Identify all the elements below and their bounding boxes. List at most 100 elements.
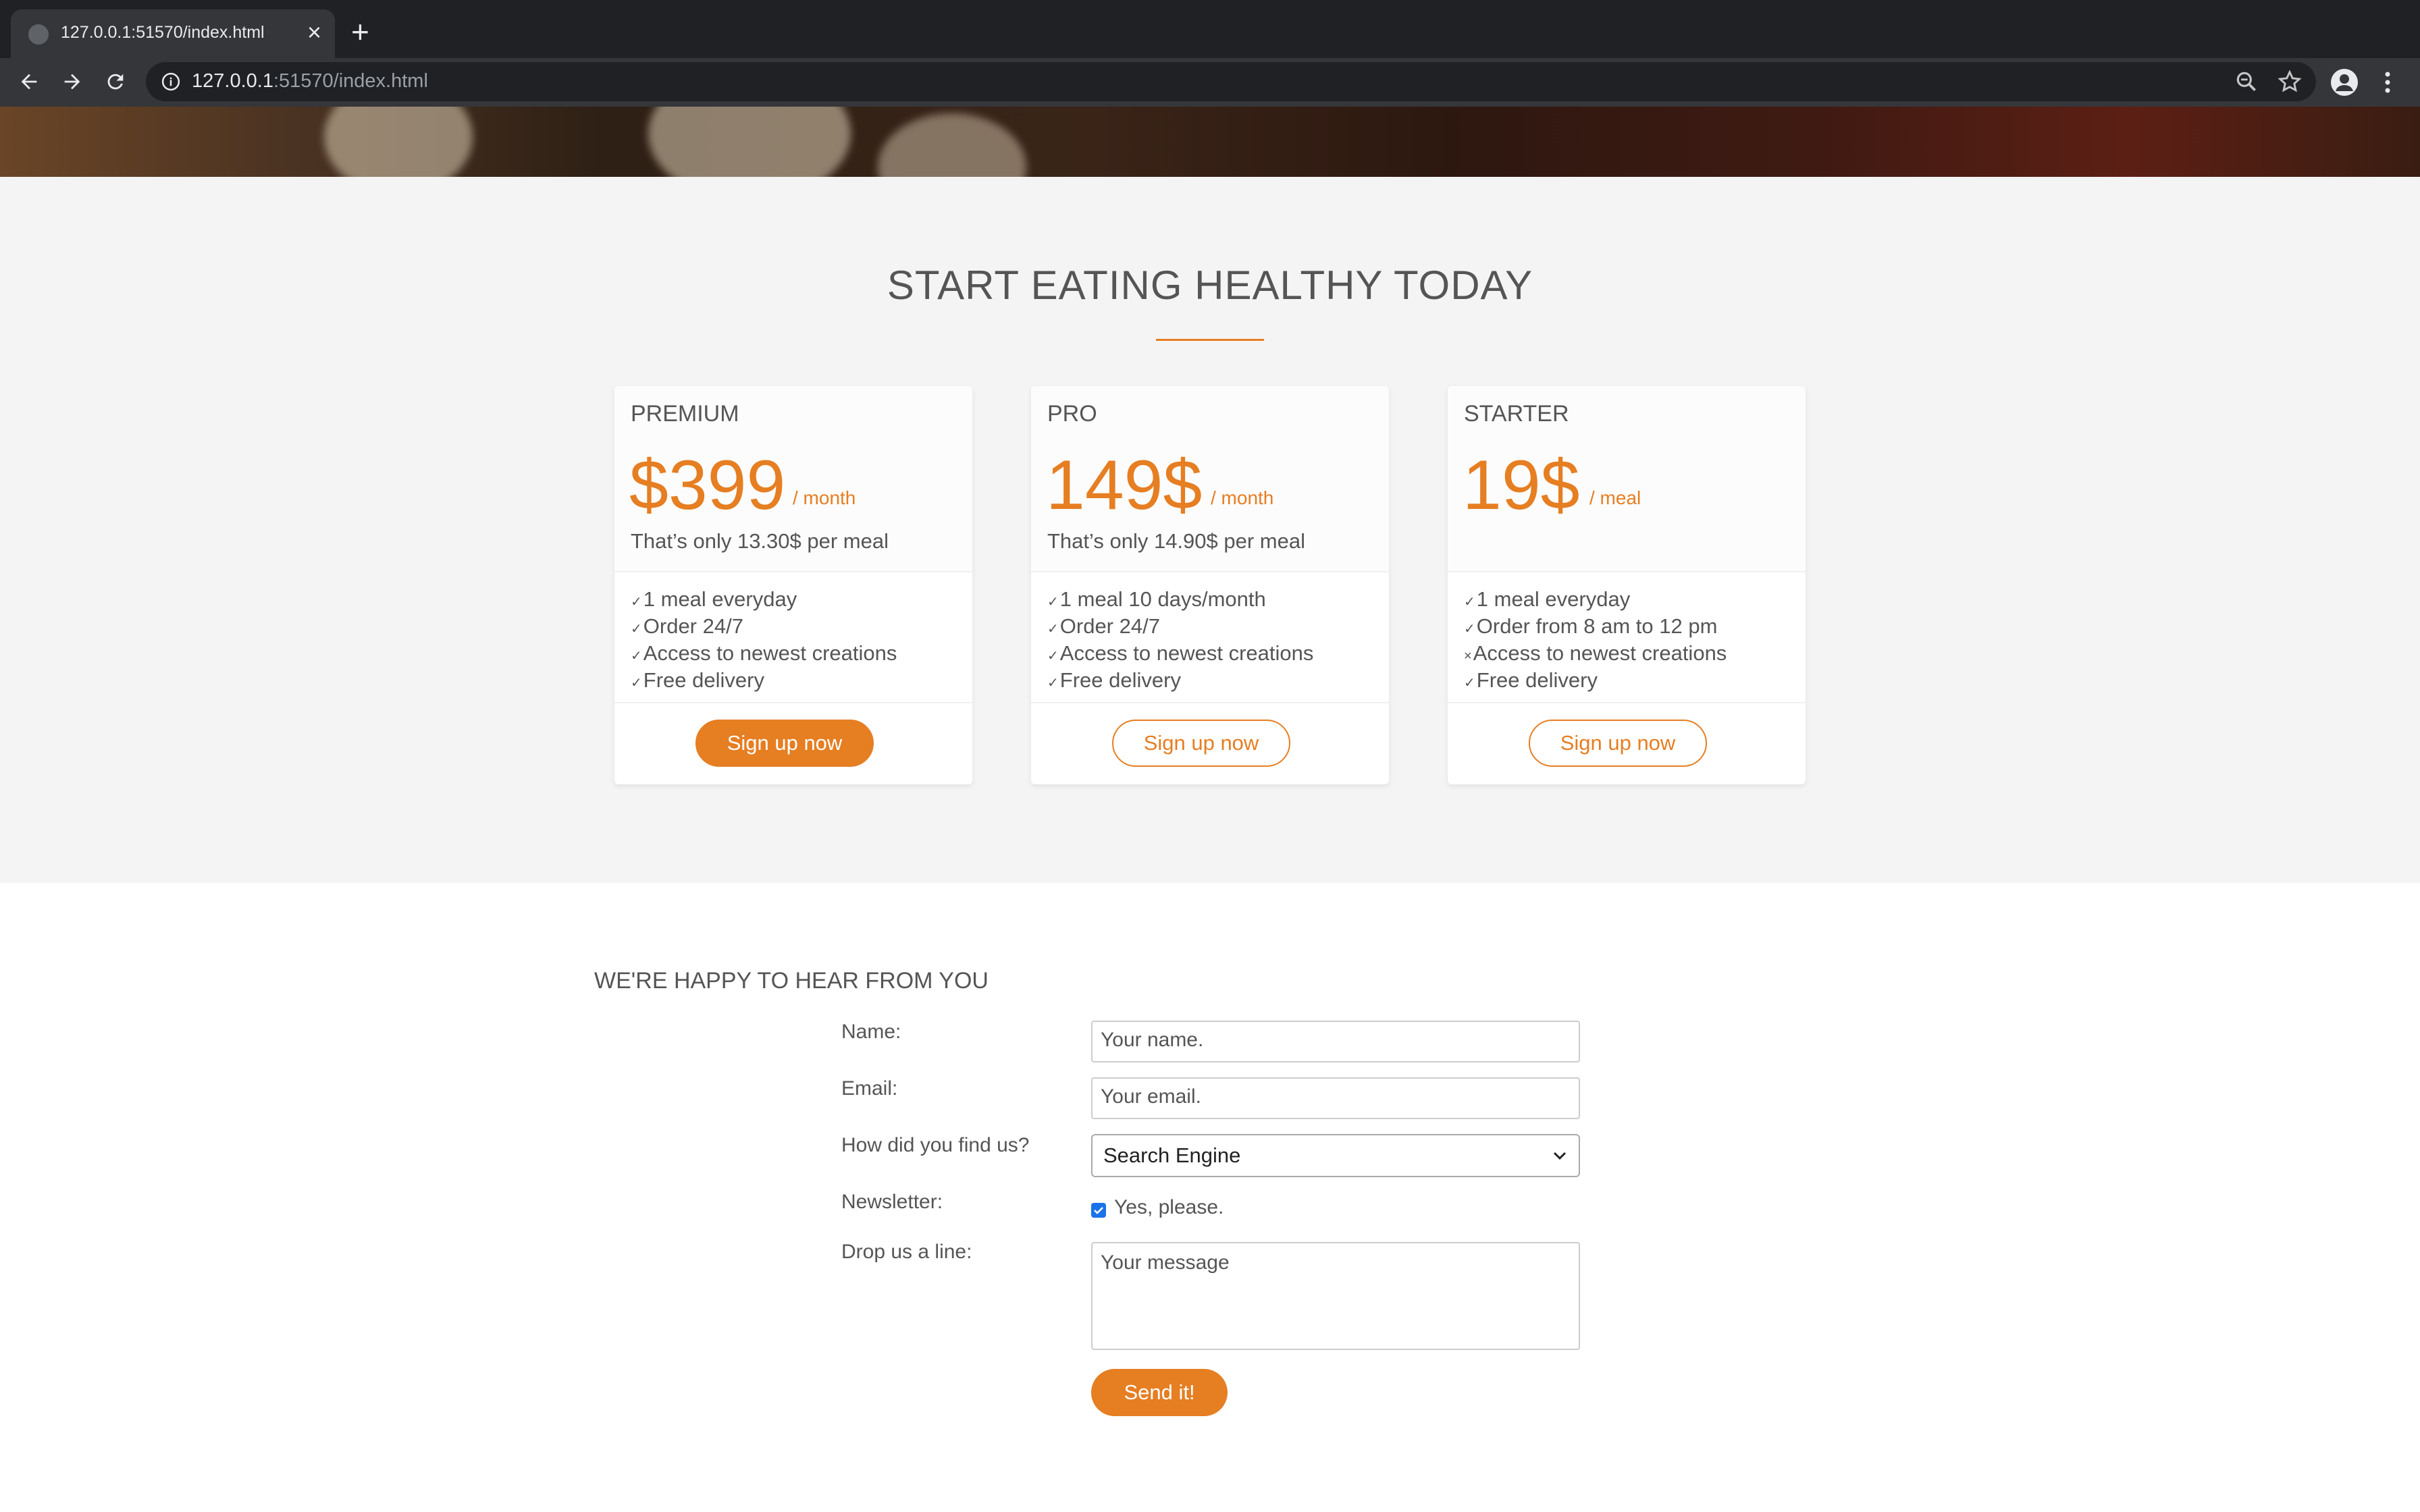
plan-features: ✓1 meal everyday ✓Order 24/7 ✓Access to …	[631, 587, 962, 695]
url-path: :51570/index.html	[273, 70, 428, 92]
feature-text: 1 meal everyday	[1476, 587, 1631, 611]
check-icon: ✓	[1464, 595, 1475, 610]
plan-price-note: That’s only 13.30$ per meal	[631, 529, 889, 553]
check-icon: ✓	[1047, 622, 1059, 637]
send-button[interactable]: Send it!	[1091, 1369, 1228, 1416]
plan-header: PRO 149$ / month That’s only 14.90$ per …	[1031, 386, 1389, 572]
message-label: Drop us a line:	[841, 1241, 972, 1263]
feature-item: ✓Access to newest creations	[631, 641, 962, 668]
feature-text: Order 24/7	[1059, 614, 1160, 638]
chevron-down-icon	[1553, 1152, 1567, 1160]
address-bar[interactable]: 127.0.0.1:51570/index.html	[146, 62, 2316, 101]
plan-features: ✓1 meal everyday ✓Order from 8 am to 12 …	[1464, 587, 1795, 695]
sign-up-button-premium[interactable]: Sign up now	[695, 720, 874, 767]
find-us-label: How did you find us?	[841, 1134, 1030, 1156]
feature-item: ✓Order 24/7	[631, 614, 962, 641]
name-label: Name:	[841, 1021, 901, 1043]
hero-image	[0, 107, 2420, 177]
check-icon: ✓	[631, 676, 642, 691]
feature-item: ×Access to newest creations	[1464, 641, 1795, 668]
plan-card-premium: PREMIUM $399 / month That’s only 13.30$ …	[614, 386, 972, 784]
profile-avatar-icon[interactable]	[2331, 69, 2358, 96]
feature-text: Order 24/7	[643, 614, 743, 638]
feature-text: Free delivery	[1476, 668, 1598, 692]
hero-blob	[648, 107, 851, 177]
find-us-selected: Search Engine	[1103, 1143, 1241, 1167]
info-icon[interactable]	[161, 72, 181, 92]
section-title: START EATING HEALTHY TODAY	[887, 263, 1533, 308]
plan-name: PREMIUM	[631, 401, 739, 427]
sign-up-button-starter[interactable]: Sign up now	[1529, 720, 1707, 767]
feature-text: Access to newest creations	[643, 641, 897, 665]
feature-item: ✓Free delivery	[1047, 668, 1378, 695]
close-icon[interactable]: ×	[307, 19, 321, 46]
plan-footer: Sign up now	[614, 702, 972, 784]
plan-header: STARTER 19$ / meal	[1448, 386, 1806, 572]
contact-title: WE'RE HAPPY TO HEAR FROM YOU	[594, 968, 989, 994]
check-icon: ✓	[1047, 649, 1059, 664]
browser-tab[interactable]: 127.0.0.1:51570/index.html ×	[11, 9, 335, 58]
check-icon: ✓	[1464, 622, 1475, 637]
feature-item: ✓1 meal everyday	[631, 587, 962, 614]
plan-name: STARTER	[1464, 401, 1569, 427]
check-icon: ✓	[631, 595, 642, 610]
plan-footer: Sign up now	[1031, 702, 1389, 784]
plan-card-starter: STARTER 19$ / meal ✓1 meal everyday ✓Ord…	[1448, 386, 1806, 784]
feature-item: ✓Order 24/7	[1047, 614, 1378, 641]
plan-price: 19$	[1463, 446, 1580, 524]
feature-item: ✓Access to newest creations	[1047, 641, 1378, 668]
feature-item: ✓Order from 8 am to 12 pm	[1464, 614, 1795, 641]
sign-up-button-pro[interactable]: Sign up now	[1112, 720, 1290, 767]
hero-blob	[878, 113, 1026, 177]
plan-price: 149$	[1046, 446, 1203, 524]
plan-features: ✓1 meal 10 days/month ✓Order 24/7 ✓Acces…	[1047, 587, 1378, 695]
feature-text: Free delivery	[1059, 668, 1181, 692]
feature-text: Access to newest creations	[1059, 641, 1314, 665]
back-arrow-icon[interactable]	[12, 65, 46, 99]
plan-price-unit: / month	[1211, 487, 1274, 508]
email-label: Email:	[841, 1077, 898, 1100]
globe-icon	[28, 24, 49, 45]
newsletter-option-label: Yes, please.	[1114, 1196, 1224, 1218]
feature-item: ✓1 meal 10 days/month	[1047, 587, 1378, 614]
hero-blob	[324, 107, 473, 177]
bookmark-star-icon[interactable]	[2277, 69, 2303, 94]
feature-text: Order from 8 am to 12 pm	[1476, 614, 1718, 638]
feature-text: 1 meal everyday	[643, 587, 797, 611]
plan-price-note: That’s only 14.90$ per meal	[1047, 529, 1305, 553]
check-icon: ✓	[1464, 676, 1475, 691]
name-input[interactable]: Your name.	[1091, 1021, 1580, 1062]
cross-icon: ×	[1464, 649, 1472, 664]
new-tab-icon[interactable]: +	[351, 15, 369, 49]
find-us-select[interactable]: Search Engine	[1091, 1134, 1580, 1177]
reload-icon[interactable]	[99, 65, 132, 99]
email-input[interactable]: Your email.	[1091, 1077, 1580, 1119]
feature-item: ✓1 meal everyday	[1464, 587, 1795, 614]
title-divider	[1156, 339, 1264, 341]
pricing-section: START EATING HEALTHY TODAY PREMIUM $399 …	[0, 177, 2420, 883]
plan-price: $399	[629, 446, 786, 524]
more-menu-icon[interactable]	[2381, 68, 2394, 97]
plan-name: PRO	[1047, 401, 1097, 427]
newsletter-label: Newsletter:	[841, 1191, 943, 1213]
check-icon: ✓	[1047, 676, 1059, 691]
feature-text: Free delivery	[643, 668, 764, 692]
check-icon: ✓	[631, 649, 642, 664]
plan-header: PREMIUM $399 / month That’s only 13.30$ …	[614, 386, 972, 572]
tab-title: 127.0.0.1:51570/index.html	[61, 23, 265, 42]
feature-text: 1 meal 10 days/month	[1059, 587, 1266, 611]
url-host: 127.0.0.1	[192, 70, 273, 92]
newsletter-checkbox[interactable]	[1091, 1203, 1106, 1218]
plan-price-unit: / month	[793, 487, 856, 508]
feature-item: ✓Free delivery	[1464, 668, 1795, 695]
plan-price-unit: / meal	[1589, 487, 1641, 508]
browser-tabstrip: 127.0.0.1:51570/index.html × +	[0, 0, 2420, 58]
feature-text: Access to newest creations	[1473, 641, 1727, 665]
message-textarea[interactable]: Your message	[1091, 1242, 1580, 1350]
url-text: 127.0.0.1:51570/index.html	[192, 70, 428, 92]
feature-item: ✓Free delivery	[631, 668, 962, 695]
plan-card-pro: PRO 149$ / month That’s only 14.90$ per …	[1031, 386, 1389, 784]
forward-arrow-icon[interactable]	[55, 65, 89, 99]
contact-section: WE'RE HAPPY TO HEAR FROM YOU Name: Your …	[0, 883, 2420, 1512]
zoom-icon[interactable]	[2234, 69, 2259, 94]
